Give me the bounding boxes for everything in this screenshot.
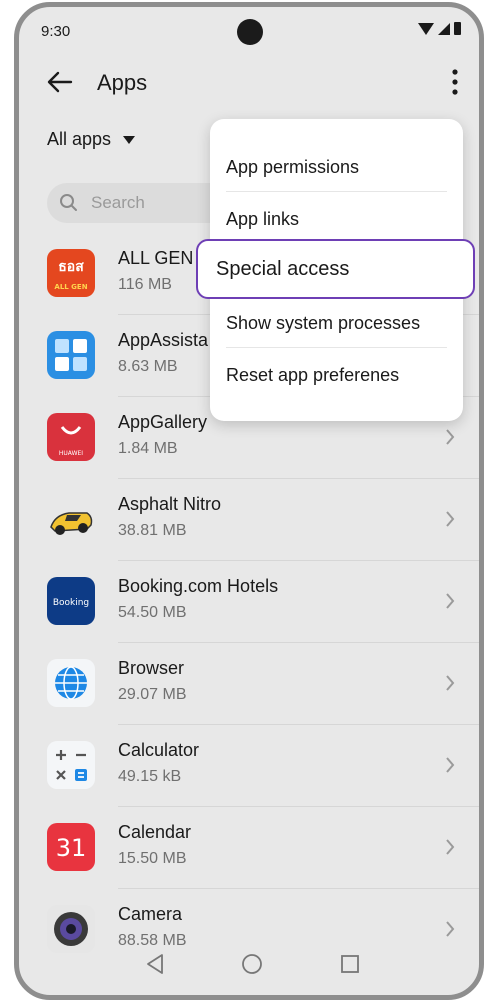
race-car-icon [47, 495, 95, 543]
allgen-icon-subtext: ALL GEN [54, 283, 87, 291]
menu-item-app-links[interactable]: App links [226, 209, 447, 230]
app-size: 49.15 kB [118, 768, 182, 785]
app-name: ALL GEN [118, 248, 194, 268]
status-icons [418, 22, 461, 35]
app-name: Asphalt Nitro [118, 494, 222, 514]
huawei-bag-icon: HUAWEI [47, 413, 95, 461]
booking-icon: Booking [47, 577, 95, 625]
app-size: 1.84 MB [118, 440, 178, 457]
status-time: 9:30 [41, 23, 71, 40]
list-item[interactable]: Booking Booking.com Hotels 54.50 MB [19, 563, 479, 643]
allgen-bank-icon: ธอส ALL GEN [47, 249, 95, 297]
appgallery-icon-text: HUAWEI [59, 450, 83, 457]
puzzle-icon [47, 331, 95, 379]
overflow-menu: App permissions App links Special access… [196, 119, 475, 421]
nav-recents-icon[interactable] [339, 953, 361, 975]
menu-item-reset-app-preferences[interactable]: Reset app preferenes [226, 365, 447, 386]
chevron-right-icon [446, 839, 455, 855]
back-arrow-icon[interactable] [45, 67, 75, 97]
chevron-right-icon [446, 757, 455, 773]
app-bar: Apps [19, 51, 479, 113]
list-item[interactable]: Browser 29.07 MB [19, 645, 479, 725]
app-size: 38.81 MB [118, 522, 187, 539]
allgen-icon-text: ธอส [58, 259, 84, 275]
caret-down-icon [123, 135, 136, 144]
menu-divider [226, 191, 447, 192]
app-name: Booking.com Hotels [118, 576, 279, 596]
wifi-icon [418, 22, 434, 35]
search-icon [60, 194, 77, 211]
chevron-right-icon [446, 429, 455, 445]
page-title: Apps [97, 70, 148, 95]
nav-back-icon[interactable] [145, 953, 165, 975]
divider [118, 888, 479, 889]
app-size: 15.50 MB [118, 850, 187, 867]
search-placeholder: Search [91, 193, 145, 212]
calendar-icon: 31 [47, 823, 95, 871]
signal-icon [438, 22, 450, 35]
divider [118, 724, 479, 725]
chevron-right-icon [446, 675, 455, 691]
app-filter-dropdown[interactable]: All apps [47, 129, 136, 150]
list-item[interactable]: 31 Calendar 15.50 MB [19, 809, 479, 889]
divider [118, 478, 479, 479]
more-options-icon[interactable] [449, 67, 461, 97]
app-name: Calendar [118, 822, 192, 842]
divider [118, 560, 479, 561]
navigation-bar [19, 935, 479, 995]
menu-item-show-system-processes[interactable]: Show system processes [226, 313, 447, 334]
booking-icon-text: Booking [53, 598, 89, 608]
chevron-right-icon [446, 511, 455, 527]
app-name: AppGallery [118, 412, 208, 432]
menu-item-label: Special access [216, 257, 350, 280]
nav-home-icon[interactable] [240, 952, 264, 976]
app-size: 29.07 MB [118, 686, 187, 703]
calculator-icon [47, 741, 95, 789]
app-size: 8.63 MB [118, 358, 178, 375]
app-size: 54.50 MB [118, 604, 187, 621]
app-name: Calculator [118, 740, 200, 760]
app-name: Camera [118, 904, 183, 924]
app-size: 116 MB [118, 276, 172, 293]
menu-divider [226, 347, 447, 348]
divider [118, 642, 479, 643]
app-name: Browser [118, 658, 185, 678]
list-item[interactable]: Calculator 49.15 kB [19, 727, 479, 807]
divider [118, 806, 479, 807]
status-bar: 9:30 [19, 7, 479, 51]
filter-label: All apps [47, 129, 112, 149]
list-item[interactable]: Asphalt Nitro 38.81 MB [19, 481, 479, 561]
front-camera [237, 19, 263, 45]
menu-item-special-access[interactable]: Special access [196, 239, 475, 299]
phone-frame: 9:30 Apps All apps Search ธอส ALL GEN AL… [14, 2, 484, 1000]
chevron-right-icon [446, 593, 455, 609]
app-name: AppAssista [118, 330, 209, 350]
battery-icon [454, 22, 461, 35]
calendar-icon-day: 31 [56, 834, 87, 862]
menu-item-app-permissions[interactable]: App permissions [226, 157, 447, 178]
globe-icon [47, 659, 95, 707]
